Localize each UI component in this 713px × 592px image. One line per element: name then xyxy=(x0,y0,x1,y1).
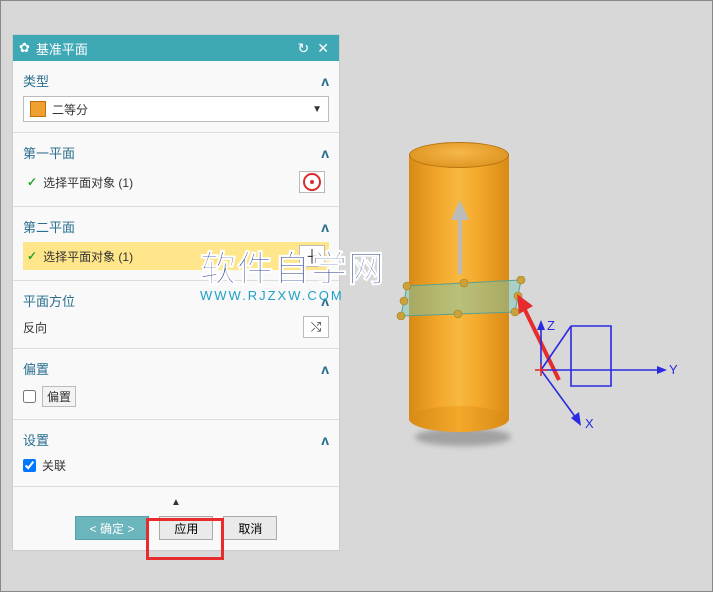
panel-footer: ▲ < 确定 > 应用 取消 xyxy=(13,487,339,550)
apply-button[interactable]: 应用 xyxy=(159,516,213,540)
section-plane2-header[interactable]: 第二平面 ʌ xyxy=(23,213,329,242)
section-plane2: 第二平面 ʌ ✓ 选择平面对象 (1) ┼ xyxy=(13,207,339,281)
orient-value: 反向 xyxy=(23,319,47,336)
plane2-select-text: 选择平面对象 (1) xyxy=(43,248,293,265)
section-orient-header[interactable]: 平面方位 ʌ xyxy=(23,287,329,316)
datum-plane-panel: ✿ 基准平面 ↻ ✕ 类型 ʌ 二等分 ▼ 第一平面 ʌ ✓ 选择平面对象 (1… xyxy=(12,34,340,551)
cancel-button[interactable]: 取消 xyxy=(223,516,277,540)
assoc-checkbox-label: 关联 xyxy=(42,457,66,474)
section-orient-label: 平面方位 xyxy=(23,291,75,310)
assoc-checkbox[interactable] xyxy=(23,459,36,472)
gear-icon: ✿ xyxy=(19,40,30,56)
section-settings-label: 设置 xyxy=(23,430,49,449)
section-settings: 设置 ʌ 关联 xyxy=(13,420,339,487)
section-settings-header[interactable]: 设置 ʌ xyxy=(23,426,329,455)
check-icon: ✓ xyxy=(27,175,37,189)
plane2-select-row[interactable]: ✓ 选择平面对象 (1) ┼ xyxy=(23,242,329,270)
refresh-icon[interactable]: ↻ xyxy=(294,40,314,57)
chevron-up-icon: ʌ xyxy=(321,145,329,161)
chevron-up-icon: ʌ xyxy=(321,73,329,89)
pick-icon[interactable]: ┼ xyxy=(299,245,325,267)
chevron-up-icon: ʌ xyxy=(321,361,329,377)
section-offset-header[interactable]: 偏置 ʌ xyxy=(23,355,329,384)
type-dropdown[interactable]: 二等分 ▼ xyxy=(23,96,329,122)
type-dropdown-value: 二等分 xyxy=(52,101,312,118)
chevron-up-icon: ʌ xyxy=(321,219,329,235)
bisect-icon xyxy=(30,101,46,117)
offset-checkbox[interactable] xyxy=(23,390,36,403)
normal-arrow xyxy=(451,200,469,274)
axis-z-label: Z xyxy=(547,320,555,333)
section-plane2-label: 第二平面 xyxy=(23,217,75,236)
section-offset: 偏置 ʌ 偏置 xyxy=(13,349,339,420)
check-icon: ✓ xyxy=(27,249,37,263)
triangle-up-icon[interactable]: ▲ xyxy=(171,497,181,508)
chevron-down-icon: ▼ xyxy=(312,104,322,115)
plane1-select-row[interactable]: ✓ 选择平面对象 (1) xyxy=(23,168,329,196)
section-type: 类型 ʌ 二等分 ▼ xyxy=(13,61,339,133)
section-type-header[interactable]: 类型 ʌ xyxy=(23,67,329,96)
coordinate-system: Z Y X xyxy=(535,320,685,445)
section-offset-label: 偏置 xyxy=(23,359,49,378)
chevron-up-icon: ʌ xyxy=(321,432,329,448)
plane1-select-text: 选择平面对象 (1) xyxy=(43,174,293,191)
offset-checkbox-label: 偏置 xyxy=(42,386,76,407)
target-icon[interactable] xyxy=(299,171,325,193)
close-icon[interactable]: ✕ xyxy=(313,40,333,57)
panel-title: 基准平面 xyxy=(36,39,88,58)
ok-button[interactable]: < 确定 > xyxy=(75,516,150,540)
section-plane1-label: 第一平面 xyxy=(23,143,75,162)
swap-direction-button[interactable]: ⤭ xyxy=(303,316,329,338)
panel-header[interactable]: ✿ 基准平面 ↻ ✕ xyxy=(13,35,339,61)
section-plane1-header[interactable]: 第一平面 ʌ xyxy=(23,139,329,168)
section-orient: 平面方位 ʌ 反向 ⤭ xyxy=(13,281,339,349)
chevron-up-icon: ʌ xyxy=(321,293,329,309)
viewport-3d[interactable]: Z Y X xyxy=(355,0,713,514)
axis-y-label: Y xyxy=(669,362,678,377)
section-plane1: 第一平面 ʌ ✓ 选择平面对象 (1) xyxy=(13,133,339,207)
section-type-label: 类型 xyxy=(23,71,49,90)
